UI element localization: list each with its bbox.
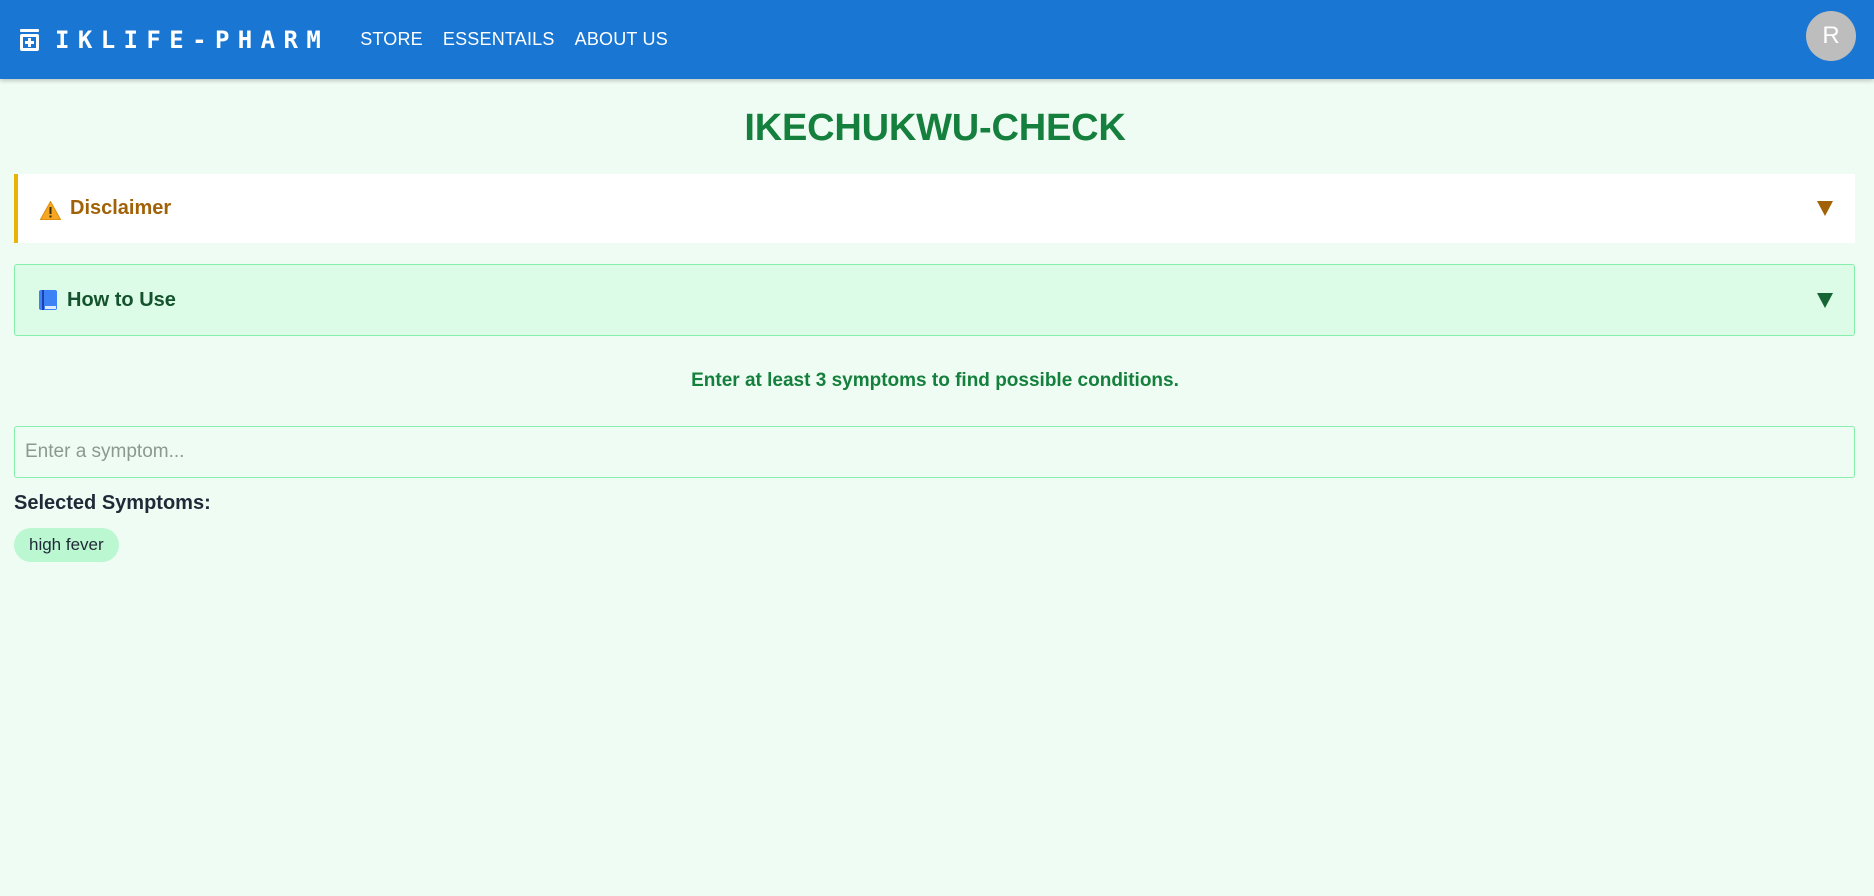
brand[interactable]: IKLIFE-PHARM (19, 26, 329, 54)
nav-store[interactable]: STORE (350, 21, 433, 58)
book-icon (39, 290, 57, 310)
nav-essentials[interactable]: ESSENTAILS (433, 21, 565, 58)
triangle-down-icon[interactable] (1817, 201, 1833, 216)
app-bar: IKLIFE-PHARM STORE ESSENTAILS ABOUT US R (0, 0, 1874, 79)
page-title: IKECHUKWU-CHECK (744, 107, 1126, 149)
selected-symptoms-heading: Selected Symptoms: (14, 492, 211, 514)
main-nav: STORE ESSENTAILS ABOUT US (350, 21, 678, 58)
selected-symptoms-list: high fever (14, 528, 119, 562)
how-to-use-label: How to Use (67, 288, 176, 311)
symptom-chip[interactable]: high fever (14, 528, 119, 562)
disclaimer-label: Disclaimer (70, 197, 172, 219)
triangle-down-icon[interactable] (1817, 292, 1833, 308)
medication-jar-icon (19, 28, 40, 51)
avatar[interactable]: R (1806, 11, 1856, 61)
brand-name: IKLIFE-PHARM (55, 25, 330, 54)
instruction-text: Enter at least 3 symptoms to find possib… (691, 370, 1179, 391)
warning-icon (40, 200, 61, 220)
how-to-use-accordion[interactable]: How to Use (14, 264, 1855, 336)
nav-about-us[interactable]: ABOUT US (565, 21, 678, 58)
disclaimer-accordion[interactable]: Disclaimer (14, 174, 1855, 243)
symptom-input[interactable] (14, 426, 1855, 478)
